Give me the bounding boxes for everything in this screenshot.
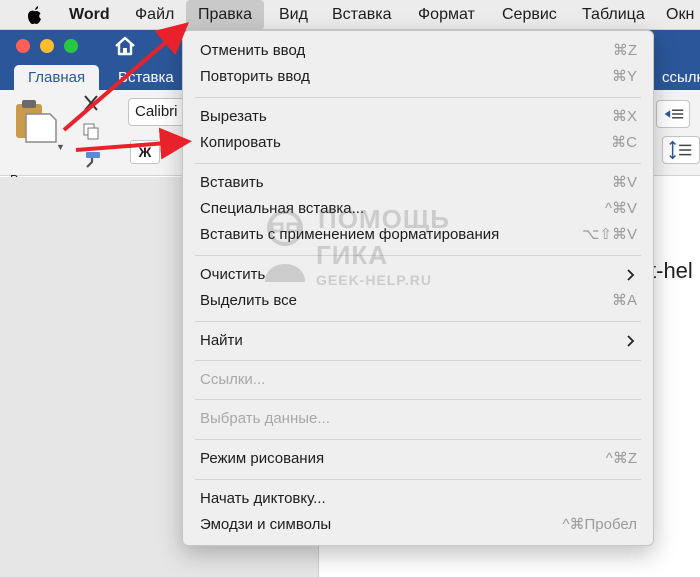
edit-menu: Отменить ввод ⌘Z Повторить ввод ⌘Y Вырез… [182, 30, 654, 546]
menu-separator [195, 360, 641, 361]
menu-item-clear[interactable]: Очистить [183, 263, 653, 287]
menu-item-label: Вырезать [200, 108, 267, 125]
menu-insert[interactable]: Вставка [332, 0, 391, 30]
paste-dropdown-icon[interactable]: ▼ [56, 142, 65, 152]
line-spacing-icon[interactable] [662, 136, 700, 164]
document-text: t-hel [650, 258, 693, 283]
menu-item-label: Копировать [200, 134, 281, 151]
menu-separator [195, 399, 641, 400]
menu-item-label: Режим рисования [200, 450, 325, 467]
menu-separator [195, 163, 641, 164]
close-window-button[interactable] [16, 39, 30, 53]
menu-app-word[interactable]: Word [69, 0, 110, 30]
home-icon[interactable] [114, 35, 136, 57]
zoom-window-button[interactable] [64, 39, 78, 53]
menu-item-label: Очистить [200, 266, 266, 283]
menu-bar: Word Файл Правка Вид Вставка Формат Серв… [0, 0, 700, 30]
menu-item-label: Выбрать данные... [200, 410, 330, 427]
menu-item-shortcut: ^⌘Пробел [562, 516, 637, 533]
tab-insert[interactable]: Вставка [104, 65, 188, 90]
menu-item-undo[interactable]: Отменить ввод ⌘Z [183, 39, 653, 63]
bold-button[interactable]: Ж [130, 140, 160, 164]
copy-icon[interactable] [82, 122, 100, 140]
menu-item-label: Вставить с применением форматирования [200, 226, 500, 243]
menu-item-shortcut: ⌘C [611, 134, 637, 151]
menu-separator [195, 321, 641, 322]
menu-item-label: Повторить ввод [200, 68, 310, 85]
chevron-right-icon [627, 269, 635, 281]
menu-item-select-all[interactable]: Выделить все ⌘A [183, 289, 653, 313]
format-painter-icon[interactable] [82, 150, 102, 168]
menu-separator [195, 255, 641, 256]
menu-item-label: Вставить [200, 174, 264, 191]
menu-table[interactable]: Таблица [582, 0, 645, 30]
menu-separator [195, 439, 641, 440]
menu-tools[interactable]: Сервис [502, 0, 557, 30]
menu-item-select-data: Выбрать данные... [183, 407, 653, 431]
menu-item-drawing-mode[interactable]: Режим рисования ^⌘Z [183, 447, 653, 471]
menu-item-emoji-symbols[interactable]: Эмодзи и символы ^⌘Пробел [183, 513, 653, 537]
menu-item-shortcut: ⌘Y [611, 68, 637, 85]
menu-item-shortcut: ⌘A [611, 292, 637, 309]
menu-item-paste-match-format[interactable]: Вставить с применением форматирования ⌥⇧… [183, 223, 653, 247]
apple-icon[interactable] [26, 5, 43, 25]
menu-item-cut[interactable]: Вырезать ⌘X [183, 105, 653, 129]
menu-item-label: Выделить все [200, 292, 298, 309]
menu-item-shortcut: ⌥⇧⌘V [582, 226, 637, 243]
menu-item-copy[interactable]: Копировать ⌘C [183, 131, 653, 155]
menu-item-find[interactable]: Найти [183, 329, 653, 353]
menu-item-shortcut: ⌘V [611, 174, 637, 191]
menu-separator [195, 479, 641, 480]
menu-format[interactable]: Формат [418, 0, 475, 30]
font-name-box[interactable]: Calibri [128, 98, 188, 126]
menu-item-label: Отменить ввод [200, 42, 306, 59]
menu-item-label: Начать диктовку... [200, 490, 326, 507]
menu-item-label: Найти [200, 332, 243, 349]
menu-item-shortcut: ⌘X [611, 108, 637, 125]
menu-item-paste-special[interactable]: Специальная вставка... ^⌘V [183, 197, 653, 221]
menu-edit[interactable]: Правка [186, 0, 265, 30]
menu-item-shortcut: ⌘Z [612, 42, 637, 59]
menu-separator [195, 97, 641, 98]
menu-item-paste[interactable]: Вставить ⌘V [183, 171, 653, 195]
tab-references[interactable]: ссылки [648, 65, 700, 90]
menu-view[interactable]: Вид [279, 0, 308, 30]
cut-icon[interactable] [82, 94, 100, 112]
tab-home[interactable]: Главная [14, 65, 100, 90]
menu-window[interactable]: Окн [666, 0, 694, 30]
menu-item-label: Специальная вставка... [200, 200, 365, 217]
menu-item-shortcut: ^⌘Z [605, 450, 637, 467]
menu-item-shortcut: ^⌘V [604, 200, 637, 217]
menu-item-start-dictation[interactable]: Начать диктовку... [183, 487, 653, 511]
decrease-indent-icon[interactable] [656, 100, 690, 128]
menu-item-label: Эмодзи и символы [200, 516, 332, 533]
menu-item-label: Ссылки... [200, 371, 266, 388]
chevron-right-icon [627, 335, 635, 347]
menu-item-links: Ссылки... [183, 368, 653, 392]
minimize-window-button[interactable] [40, 39, 54, 53]
menu-file[interactable]: Файл [135, 0, 174, 30]
menu-item-redo[interactable]: Повторить ввод ⌘Y [183, 65, 653, 89]
